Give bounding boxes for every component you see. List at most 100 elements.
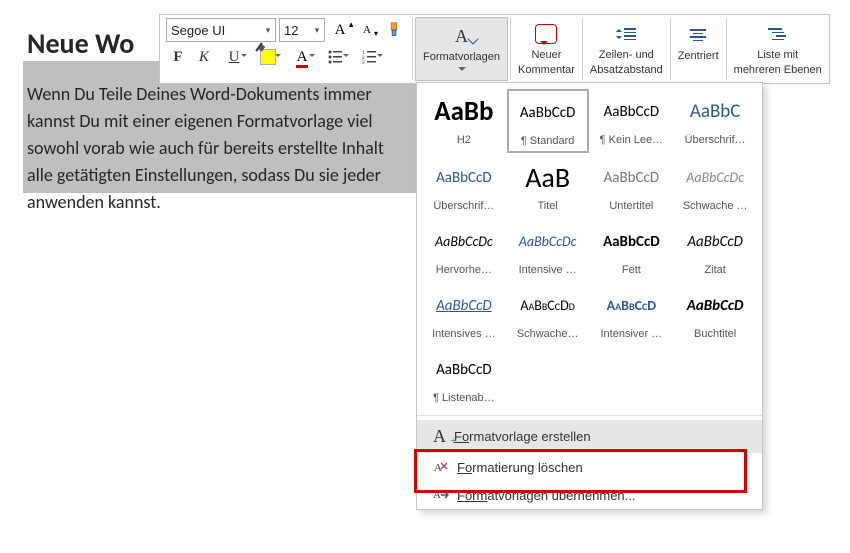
style-item[interactable]: AaBbCcDIntensiver … (591, 283, 673, 345)
style-label: ¶ Standard (521, 135, 575, 147)
font-size-combo[interactable]: 12 ▾ (279, 18, 325, 42)
style-preview: AaBbCcD (675, 284, 755, 327)
font-size-value: 12 (280, 23, 310, 38)
format-painter-button[interactable] (382, 18, 406, 42)
font-color-button[interactable]: A (286, 45, 318, 69)
mini-toolbar: Segoe UI ▾ 12 ▾ A▴ A▾ F K U (159, 14, 830, 84)
chevron-down-icon[interactable]: ▾ (261, 25, 275, 36)
style-label: Intensive … (519, 264, 577, 276)
mnemonic: Fo (454, 429, 469, 444)
shrink-font-button[interactable]: A▾ (355, 18, 379, 42)
style-preview: AaBbCcDd (508, 284, 588, 327)
label: Liste mit (757, 49, 798, 62)
style-label: Überschrif… (433, 200, 494, 212)
svg-text:A: A (433, 489, 441, 501)
bullets-button[interactable] (320, 45, 352, 69)
style-preview: AaB (508, 156, 588, 199)
center-align-button[interactable]: Zentriert (671, 15, 726, 83)
clear-formatting-icon: A (433, 459, 449, 475)
style-item[interactable]: AaBbH2 (423, 89, 505, 151)
style-preview: AaBbCcD (592, 284, 672, 327)
style-item[interactable]: AaBbCcD¶ Standard (507, 89, 589, 153)
style-item[interactable]: AaBbCcDdSchwache… (507, 283, 589, 345)
label: mehreren Ebenen (734, 64, 822, 77)
numbering-button[interactable]: 1 2 3 (354, 45, 386, 69)
label: Absatzabstand (590, 64, 663, 77)
style-label: Intensives … (432, 328, 496, 340)
style-label: Titel (537, 200, 557, 212)
chevron-down-icon[interactable]: ▾ (310, 25, 324, 36)
style-preview: AaBbCcD (675, 220, 755, 263)
style-item[interactable]: AaBbCcDUntertitel (591, 155, 673, 217)
spacing-icon (616, 26, 636, 42)
style-item[interactable]: AaBbCcDÜberschrif… (423, 155, 505, 217)
style-preview: AaBbC (675, 90, 755, 133)
font-family-combo[interactable]: Segoe UI ▾ (166, 18, 276, 42)
style-item[interactable]: AaBbCcDZitat (674, 219, 756, 281)
clear-formatting-menu[interactable]: A Formatierung löschen (417, 453, 762, 481)
style-item[interactable]: AaBbCcDIntensives … (423, 283, 505, 345)
bold-button[interactable]: F (166, 45, 190, 69)
mnemonic: Form (457, 488, 487, 503)
style-item[interactable]: AaBTitel (507, 155, 589, 217)
style-preview: AaBbCcD (592, 90, 672, 133)
line-spacing-button[interactable]: Zeilen- und Absatzabstand (583, 15, 670, 83)
underline-button[interactable]: U (218, 45, 250, 69)
label: Neuer (531, 49, 561, 62)
align-center-icon (690, 29, 706, 41)
new-comment-button[interactable]: Neuer Kommentar (511, 15, 582, 83)
styles-gallery: AaBbH2AaBbCcD¶ StandardAaBbCcD¶ Kein Lee… (416, 82, 763, 510)
comment-icon (535, 24, 557, 44)
text: sowohl vorab wie auch für bereits erstel… (27, 137, 384, 159)
style-item[interactable]: AaBbCcDBuchtitel (674, 283, 756, 345)
highlight-button[interactable] (252, 45, 284, 69)
font-family-value: Segoe UI (167, 23, 261, 38)
text: anwenden kannst. (27, 191, 161, 213)
style-item[interactable]: AaBbCcDFett (591, 219, 673, 281)
mnemonic: Fo (457, 460, 472, 475)
heading[interactable]: Neue Wo (27, 26, 134, 61)
style-label: Intensiver … (601, 328, 663, 340)
create-style-menu[interactable]: A Formatvorlage erstellen (417, 420, 762, 453)
svg-text:3: 3 (362, 60, 365, 64)
text: alle getätigten Einstellungen, sodass Du… (27, 164, 381, 186)
style-item[interactable]: AaBbCcDcHervorhe… (423, 219, 505, 281)
style-item[interactable]: AaBbCcD¶ Kein Lee… (591, 89, 673, 151)
style-label: Schwache … (683, 200, 748, 212)
style-item[interactable]: AaBbCcDcIntensive … (507, 219, 589, 281)
grow-font-button[interactable]: A▴ (328, 18, 352, 42)
create-style-icon: A (433, 426, 446, 447)
style-label: Fett (622, 264, 641, 276)
italic-button[interactable]: K (192, 45, 216, 69)
style-label: Überschrif… (685, 134, 746, 146)
style-preview: AaBbCcDc (424, 220, 504, 263)
multilevel-list-button[interactable]: Liste mit mehreren Ebenen (727, 15, 829, 83)
styles-button[interactable]: A Formatvorlagen (415, 17, 508, 81)
style-label: Untertitel (609, 200, 653, 212)
style-preview: AaBbCcD (424, 284, 504, 327)
style-label: Buchtitel (694, 328, 736, 340)
style-item[interactable]: AaBbCcDcSchwache … (674, 155, 756, 217)
label: atvorlagen übernehmen... (487, 488, 635, 503)
style-preview: AaBbCcD (592, 156, 672, 199)
style-item[interactable]: AaBbCÜberschrif… (674, 89, 756, 151)
multilevel-icon (768, 28, 788, 40)
apply-styles-icon: A (433, 487, 449, 503)
text: kannst Du mit einer eigenen Formatvorlag… (27, 110, 373, 132)
label: Zentriert (678, 50, 719, 63)
style-label: Schwache… (517, 328, 579, 340)
chevron-down-icon (458, 67, 466, 75)
style-preview: AaBbCcD (592, 220, 672, 263)
style-preview: AaBbCcD (424, 348, 504, 391)
style-preview: AaBbCcDc (508, 220, 588, 263)
style-label: H2 (457, 134, 471, 146)
style-item[interactable]: AaBbCcD¶ Listenab… (423, 347, 505, 409)
style-label: ¶ Kein Lee… (600, 134, 663, 146)
apply-styles-menu[interactable]: A Formatvorlagen übernehmen... (417, 481, 762, 509)
style-label: Hervorhe… (436, 264, 492, 276)
style-preview: AaBbCcDc (675, 156, 755, 199)
label: rmatierung löschen (472, 460, 583, 475)
style-preview: AaBbCcD (424, 156, 504, 199)
style-preview: AaBbCcD (509, 91, 587, 134)
style-preview: AaBb (424, 90, 504, 133)
